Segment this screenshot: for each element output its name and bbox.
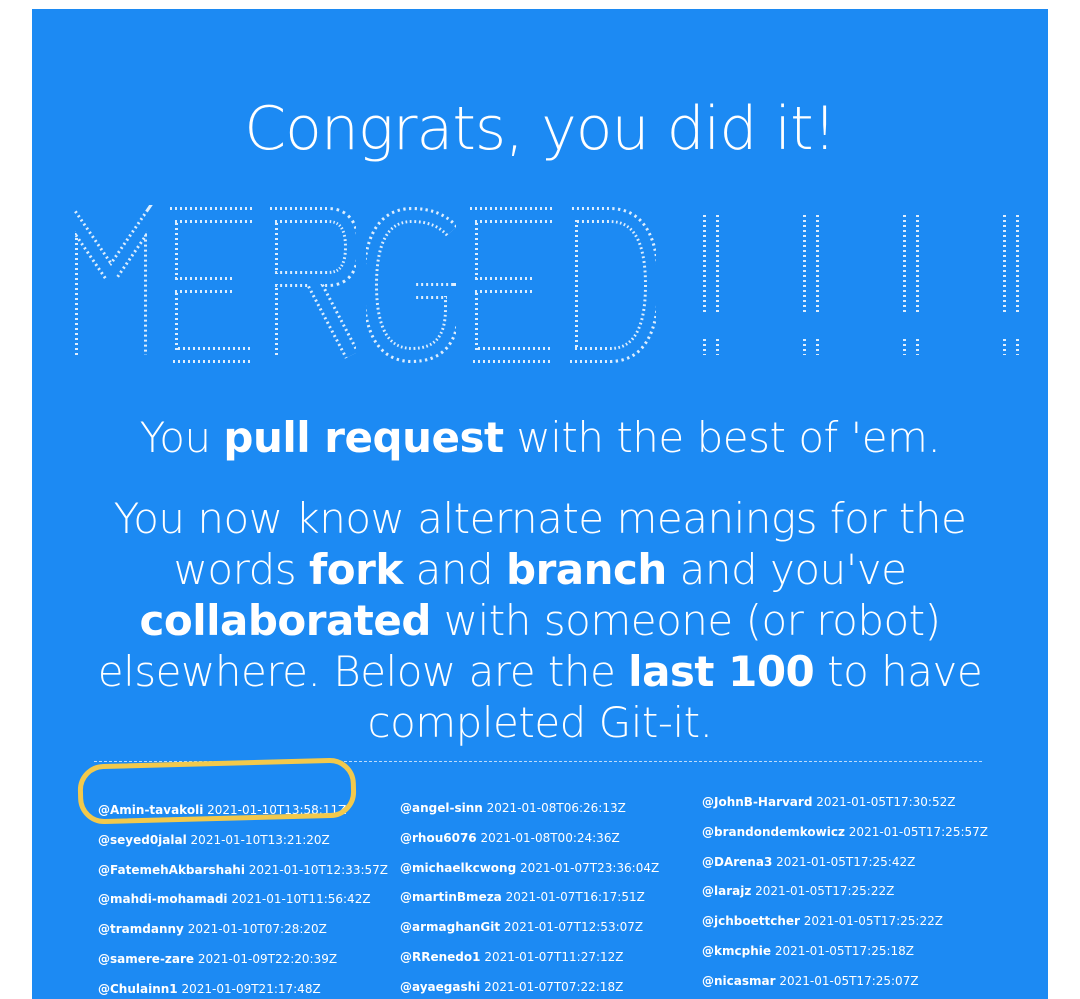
ascii-letter-glyph xyxy=(166,207,252,363)
body-text-2: and xyxy=(402,545,506,594)
completion-entry: @mahdi-mohamadi 2021-01-10T11:56:42Z xyxy=(98,888,388,918)
timestamp: 2021-01-08T06:26:13Z xyxy=(486,801,626,815)
username-link[interactable]: @JohnB-Harvard xyxy=(702,795,812,809)
completion-entry: @RRenedo1 2021-01-07T11:27:12Z xyxy=(400,946,659,976)
timestamp: 2021-01-10T12:33:57Z xyxy=(248,862,388,877)
username-link[interactable]: @seyed0jalal xyxy=(98,833,187,847)
completions-column-2: @angel-sinn 2021-01-08T06:26:13Z @rhou60… xyxy=(400,797,659,999)
ascii-letter-glyph xyxy=(266,207,356,359)
ascii-letter-glyph xyxy=(1003,215,1019,355)
timestamp: 2021-01-08T00:24:36Z xyxy=(480,830,620,845)
page-title: Congrats, you did it! xyxy=(244,94,836,164)
highlight-annotation xyxy=(77,757,357,825)
completion-entry: @seyed0jalal 2021-01-10T13:21:20Z xyxy=(98,829,388,859)
completion-entry: @angel-sinn 2021-01-08T06:26:13Z xyxy=(400,797,659,827)
completion-entry: @armaghanGit 2021-01-07T12:53:07Z xyxy=(400,916,659,946)
completion-entry: @samere-zare 2021-01-09T22:20:39Z xyxy=(98,948,388,978)
username-link[interactable]: @michaelkcwong xyxy=(400,861,516,875)
tagline-bold: pull request xyxy=(223,413,504,462)
body-bold-last-100: last 100 xyxy=(628,647,815,696)
timestamp: 2021-01-05T17:25:57Z xyxy=(848,824,988,839)
username-link[interactable]: @angel-sinn xyxy=(400,801,483,815)
body-bold-branch: branch xyxy=(506,545,667,594)
ascii-letter-glyph xyxy=(703,215,719,355)
ascii-letter-glyph xyxy=(803,215,819,355)
completion-entry: @michaelkcwong 2021-01-07T23:36:04Z xyxy=(400,857,659,887)
timestamp: 2021-01-07T16:17:51Z xyxy=(505,890,645,905)
timestamp: 2021-01-05T17:25:22Z xyxy=(803,914,943,929)
timestamp: 2021-01-05T17:25:22Z xyxy=(755,884,895,899)
completion-entry: @nicasmar 2021-01-05T17:25:07Z xyxy=(702,970,988,999)
ascii-letter-glyph xyxy=(66,205,156,355)
username-link[interactable]: @samere-zare xyxy=(98,952,194,966)
timestamp: 2021-01-10T13:21:20Z xyxy=(190,832,330,847)
timestamp: 2021-01-09T22:20:39Z xyxy=(197,951,338,966)
completion-entry: @brandondemkowicz 2021-01-05T17:25:57Z xyxy=(702,821,988,851)
tagline-pre: You xyxy=(139,413,224,462)
username-link[interactable]: @RRenedo1 xyxy=(400,950,480,964)
timestamp: 2021-01-05T17:25:07Z xyxy=(779,973,919,988)
timestamp: 2021-01-05T17:25:18Z xyxy=(774,943,914,958)
username-link[interactable]: @DArena3 xyxy=(702,855,772,869)
body-text-3: and you've xyxy=(666,545,907,594)
timestamp: 2021-01-05T17:25:42Z xyxy=(776,854,916,869)
username-link[interactable]: @martinBmeza xyxy=(400,890,502,904)
ascii-letter-glyph xyxy=(566,207,656,363)
username-link[interactable]: @tramdanny xyxy=(98,922,184,936)
completion-entry: @rhou6076 2021-01-08T00:24:36Z xyxy=(400,827,659,857)
timestamp: 2021-01-07T11:27:12Z xyxy=(484,949,624,964)
completions-column-3: @JohnB-Harvard 2021-01-05T17:30:52Z @bra… xyxy=(702,791,988,999)
completion-entry: @kmcphie 2021-01-05T17:25:18Z xyxy=(702,940,988,970)
completions-column-1: @Amin-tavakoli 2021-01-10T13:58:11Z @sey… xyxy=(98,799,388,999)
timestamp: 2021-01-07T07:22:18Z xyxy=(484,979,624,994)
body-bold-fork: fork xyxy=(309,545,403,594)
completion-entry: @DArena3 2021-01-05T17:25:42Z xyxy=(702,851,988,881)
body-bold-collaborated: collaborated xyxy=(139,596,431,645)
username-link[interactable]: @mahdi-mohamadi xyxy=(98,892,228,906)
completion-entry: @larajz 2021-01-05T17:25:22Z xyxy=(702,880,988,910)
ascii-art-banner xyxy=(32,205,1048,365)
completion-entry: @jchboettcher 2021-01-05T17:25:22Z xyxy=(702,910,988,940)
completion-entry: @JohnB-Harvard 2021-01-05T17:30:52Z xyxy=(702,791,988,821)
timestamp: 2021-01-07T12:53:07Z xyxy=(503,920,644,935)
username-link[interactable]: @armaghanGit xyxy=(400,920,500,934)
username-link[interactable]: @FatemehAkbarshahi xyxy=(98,863,245,877)
username-link[interactable]: @rhou6076 xyxy=(400,831,477,845)
description-text: You now know alternate meanings for the … xyxy=(92,493,988,748)
tagline-post: with the best of 'em. xyxy=(503,413,941,462)
username-link[interactable]: @ayaegashi xyxy=(400,980,480,994)
username-link[interactable]: @jchboettcher xyxy=(702,914,800,928)
completion-entry: @FatemehAkbarshahi 2021-01-10T12:33:57Z xyxy=(98,859,388,889)
username-link[interactable]: @Chulainn1 xyxy=(98,982,178,996)
timestamp: 2021-01-10T11:56:42Z xyxy=(231,892,371,907)
ascii-letter-glyph xyxy=(466,207,552,363)
username-link[interactable]: @nicasmar xyxy=(702,974,776,988)
timestamp: 2021-01-07T23:36:04Z xyxy=(520,860,660,875)
username-link[interactable]: @brandondemkowicz xyxy=(702,825,845,839)
completion-entry: @tramdanny 2021-01-10T07:28:20Z xyxy=(98,918,388,948)
completion-entry: @martinBmeza 2021-01-07T16:17:51Z xyxy=(400,886,659,916)
congrats-panel: Congrats, you did it! You pull request w… xyxy=(32,9,1048,999)
ascii-letter-glyph xyxy=(903,215,919,355)
username-link[interactable]: @kmcphie xyxy=(702,944,771,958)
username-link[interactable]: @larajz xyxy=(702,884,751,898)
tagline: You pull request with the best of 'em. xyxy=(32,411,1048,465)
timestamp: 2021-01-09T21:17:48Z xyxy=(181,981,321,996)
ascii-letter-glyph xyxy=(366,206,456,364)
timestamp: 2021-01-10T07:28:20Z xyxy=(187,922,327,937)
timestamp: 2021-01-05T17:30:52Z xyxy=(816,795,956,809)
